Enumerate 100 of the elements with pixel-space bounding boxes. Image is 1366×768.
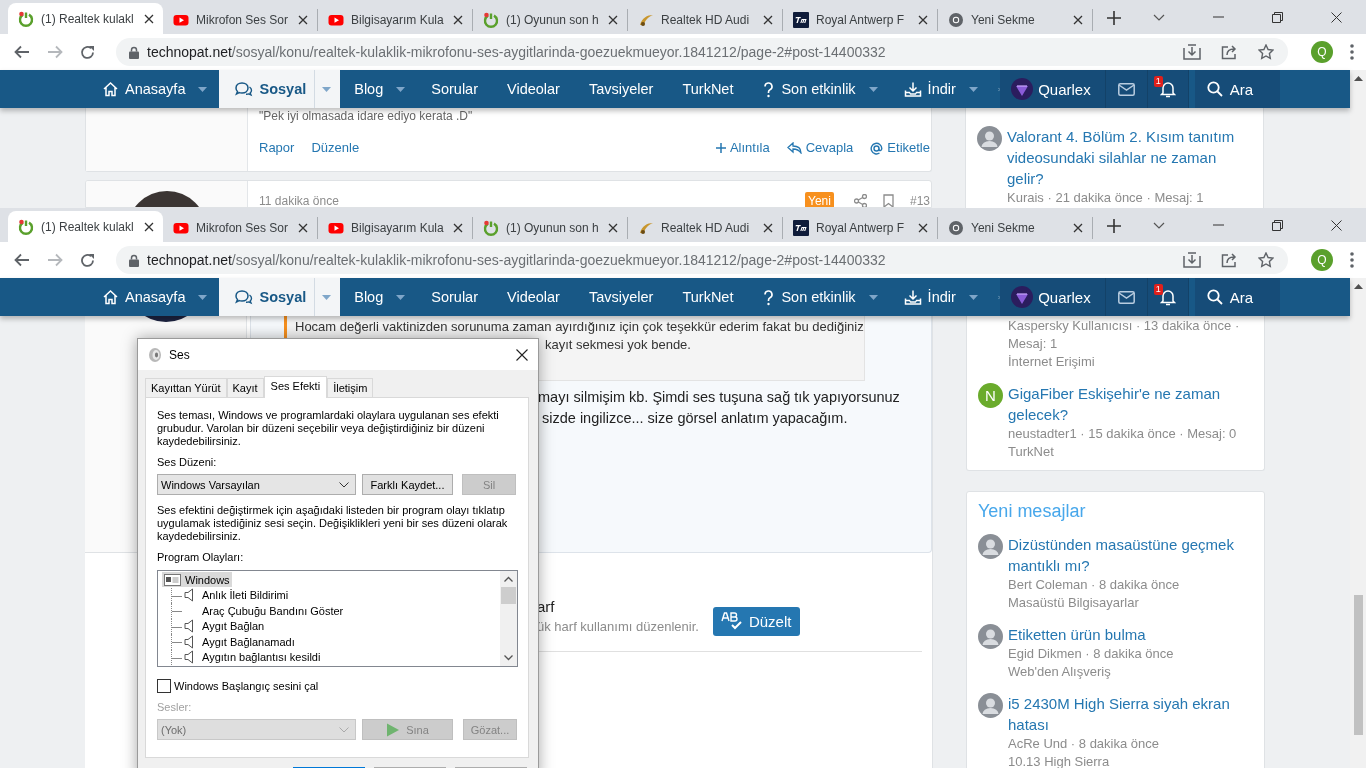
nav-tab[interactable]: Tavsiyeler (559, 70, 654, 108)
forum-link[interactable]: İnternet Erişimi (1008, 353, 1252, 371)
event-list[interactable]: Windows Anlık İleti Bildirimi Araç Çubuğu Bandını Göster Aygıt Bağlan Aygıt Bağlanamadı Aygıtın bağlantısı kesildi (157, 570, 518, 667)
browser-tab[interactable]: Royal Antwerp F (783, 9, 938, 31)
nav-tab[interactable]: Sosyal (219, 278, 315, 316)
close-icon[interactable] (918, 223, 928, 233)
close-icon[interactable] (608, 223, 618, 233)
nav-tab[interactable]: Anasayfa (85, 70, 186, 108)
thread-link[interactable]: i5 2430M High Sierra siyah ekran hatası (1008, 693, 1252, 735)
share-icon[interactable] (1221, 44, 1238, 60)
nav-tab[interactable]: Sorular (417, 70, 478, 108)
forum-link[interactable]: 10.13 High Sierra (1008, 753, 1252, 768)
browser-tab[interactable]: Bilgisayarım Kula (318, 217, 473, 239)
thread-link[interactable]: GigaFiber Eskişehir'e ne zaman gelecek? (1008, 383, 1252, 425)
browser-tab[interactable]: Realtek HD Audi (628, 217, 783, 239)
nav-tab[interactable]: Blog (340, 70, 384, 108)
close-icon[interactable] (298, 15, 308, 25)
nav-tab[interactable]: Blog (340, 278, 384, 316)
bookmark-icon[interactable] (882, 194, 894, 207)
close-icon[interactable] (1331, 219, 1342, 231)
event-item[interactable]: Aygıt Bağlan (201, 619, 266, 634)
action-link[interactable]: Etiketle (870, 139, 930, 157)
install-icon[interactable] (1183, 252, 1201, 268)
nav-tab[interactable]: Videolar (478, 278, 560, 316)
close-icon[interactable] (144, 13, 154, 24)
close-icon[interactable] (918, 15, 928, 25)
checkbox[interactable] (157, 679, 171, 693)
menu-icon[interactable] (1350, 252, 1354, 268)
scroll-up-icon[interactable] (504, 576, 513, 582)
post-number[interactable]: #13 (909, 194, 930, 207)
fix-button[interactable]: Düzelt (712, 606, 801, 636)
reload-icon[interactable] (80, 44, 95, 60)
restore-icon[interactable] (1272, 11, 1283, 23)
nav-tab[interactable]: Tavsiyeler (559, 278, 654, 316)
browser-tab[interactable]: Royal Antwerp F (783, 217, 938, 239)
nav-tab[interactable]: Son etkinlik (733, 70, 856, 108)
scroll-down-icon[interactable] (504, 655, 513, 661)
browser-tab[interactable]: Mikrofon Ses Sor (163, 217, 318, 239)
search-button[interactable]: Ara (1194, 278, 1280, 316)
browser-tab[interactable]: Yeni Sekme (938, 217, 1093, 239)
browser-tab[interactable]: Realtek HD Audi (628, 9, 783, 31)
event-item[interactable]: Aygıtın bağlantısı kesildi (201, 650, 322, 665)
nav-tab[interactable]: Sorular (417, 278, 478, 316)
reload-icon[interactable] (80, 252, 95, 268)
browser-tab[interactable]: (1) Oyunun son h (473, 217, 628, 239)
scroll-thumb[interactable] (1353, 595, 1363, 735)
action-link[interactable]: Cevapla (786, 139, 854, 157)
event-item[interactable]: Araç Çubuğu Bandını Göster (201, 603, 345, 618)
browser-tab[interactable]: Mikrofon Ses Sor (163, 9, 318, 31)
chevron-down-icon[interactable] (1153, 13, 1165, 21)
bell-icon[interactable] (1159, 80, 1176, 98)
plus-icon[interactable] (1107, 11, 1121, 25)
scheme-dropdown[interactable]: Windows Varsayılan (157, 474, 356, 495)
close-icon[interactable] (516, 348, 528, 361)
nav-tab[interactable]: İndir (889, 70, 956, 108)
thread-link[interactable]: Valorant 4. Bölüm 2. Kısım tanıtım videosundaki silahlar ne zaman gelir? (1007, 126, 1251, 189)
plus-icon[interactable] (1107, 219, 1121, 233)
close-icon[interactable] (763, 223, 773, 233)
browser-tab[interactable]: (1) Oyunun son h (473, 9, 628, 31)
user-menu[interactable]: Quarlex (1000, 70, 1106, 108)
close-icon[interactable] (298, 223, 308, 233)
nav-tab[interactable]: İndir (889, 278, 956, 316)
search-button[interactable]: Ara (1194, 70, 1280, 108)
user-menu[interactable]: Quarlex (1000, 278, 1106, 316)
close-icon[interactable] (608, 15, 618, 25)
back-icon[interactable] (14, 253, 30, 267)
share-icon[interactable] (1221, 252, 1238, 268)
address-bar[interactable]: technopat.net/sosyal/konu/realtek-kulaklik-mikrofonu-ses-aygitlarinda-goezuekmueyor.1841212/page-2#post-14400332 (116, 246, 1288, 274)
close-icon[interactable] (1331, 11, 1342, 23)
thread-link[interactable]: Dizüstünden masaüstüne geçmek mantıklı mı? (1008, 534, 1252, 576)
nav-tab[interactable]: Son etkinlik (733, 278, 856, 316)
dialog-tab[interactable]: Kayıt (226, 378, 264, 397)
mail-icon[interactable] (1117, 290, 1135, 304)
browser-tab[interactable]: (1) Realtek kulakl (8, 3, 163, 34)
save-as-button[interactable]: Farklı Kaydet... (362, 474, 453, 495)
mail-icon[interactable] (1117, 82, 1135, 96)
close-icon[interactable] (144, 221, 154, 232)
nav-tab[interactable]: Videolar (478, 70, 560, 108)
scroll-thumb[interactable] (501, 587, 516, 604)
scroll-up-icon[interactable] (1353, 76, 1363, 81)
browser-tab[interactable]: Yeni Sekme (938, 9, 1093, 31)
close-icon[interactable] (453, 223, 463, 233)
thread-link[interactable]: Etiketten ürün bulma (1008, 624, 1174, 645)
action-link[interactable]: Alıntıla (715, 139, 770, 157)
install-icon[interactable] (1183, 44, 1201, 60)
dialog-tab[interactable]: İletişim (327, 378, 374, 397)
event-item[interactable]: Anlık İleti Bildirimi (201, 588, 290, 603)
forum-link[interactable]: Web'den Alışveriş (1008, 663, 1174, 681)
chevron-down-icon[interactable] (1153, 221, 1165, 229)
menu-icon[interactable] (1350, 44, 1354, 60)
close-icon[interactable] (1073, 15, 1083, 25)
dialog-tab[interactable]: Ses Efekti (263, 376, 328, 398)
share-icon[interactable] (853, 194, 867, 207)
bell-icon[interactable] (1159, 288, 1176, 306)
restore-icon[interactable] (1272, 219, 1283, 231)
nav-tab[interactable]: TurkNet (653, 70, 734, 108)
event-group[interactable]: Windows (162, 572, 232, 587)
dialog-tab[interactable]: Kayıttan Yürüt (145, 378, 227, 397)
star-icon[interactable] (1258, 252, 1274, 268)
event-item[interactable]: Aygıt Bağlanamadı (201, 634, 296, 649)
